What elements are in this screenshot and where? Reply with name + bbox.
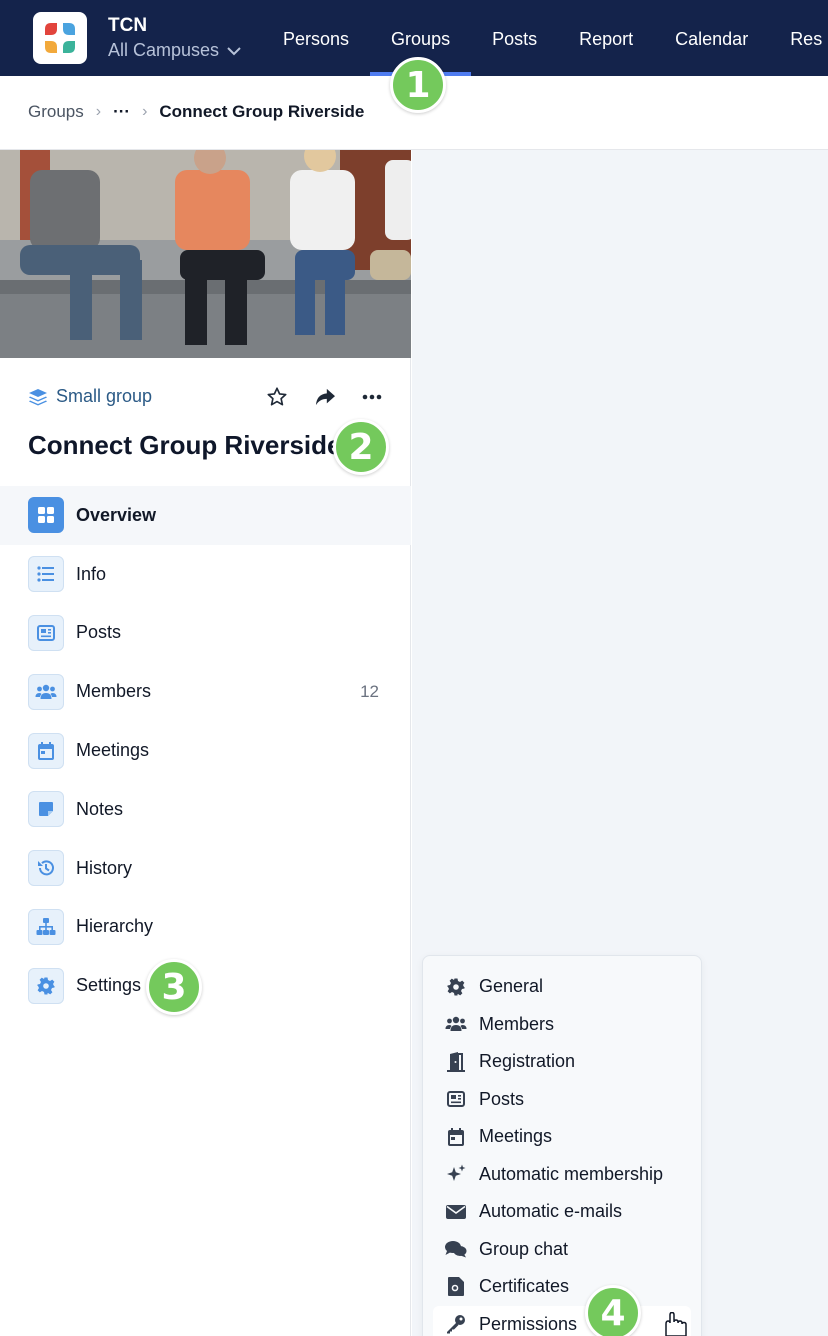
- menu-label: Hierarchy: [76, 916, 154, 937]
- chevron-right-icon: ›: [142, 103, 148, 120]
- settings-label: Members: [479, 1013, 555, 1034]
- settings-general[interactable]: General: [423, 968, 703, 1006]
- nav-resources[interactable]: Res: [769, 0, 828, 76]
- gear-icon: [445, 976, 467, 998]
- settings-automatic-membership[interactable]: Automatic membership: [423, 1156, 703, 1194]
- more-options-icon[interactable]: [362, 394, 382, 400]
- settings-group-chat[interactable]: Group chat: [423, 1231, 703, 1269]
- menu-label: Overview: [76, 504, 157, 525]
- envelope-icon: [445, 1201, 467, 1223]
- menu-label: History: [76, 857, 133, 878]
- note-icon: [28, 791, 64, 828]
- menu-item-members[interactable]: Members 12: [0, 662, 411, 721]
- menu-item-info[interactable]: Info: [0, 545, 411, 604]
- users-icon: [28, 673, 64, 710]
- org-name: TCN: [108, 15, 148, 36]
- tcn-logo[interactable]: [33, 12, 87, 64]
- settings-label: Automatic e-mails: [479, 1201, 623, 1222]
- sparkles-icon: [445, 1163, 467, 1185]
- nav-report[interactable]: Report: [558, 0, 654, 76]
- menu-item-overview[interactable]: Overview: [0, 486, 411, 545]
- settings-meetings[interactable]: Meetings: [423, 1118, 703, 1156]
- breadcrumb: Groups › ··· › Connect Group Riverside: [28, 102, 364, 122]
- settings-label: Group chat: [479, 1238, 569, 1259]
- callout-badge-3: 3: [146, 959, 202, 1015]
- menu-label: Members: [76, 681, 152, 702]
- menu-item-hierarchy[interactable]: Hierarchy: [0, 898, 411, 957]
- menu-label: Info: [76, 563, 107, 584]
- settings-label: Certificates: [479, 1276, 570, 1297]
- callout-badge-1: 1: [390, 57, 446, 113]
- main-nav: Persons Groups Posts Report Calendar Res: [262, 0, 828, 76]
- nav-persons[interactable]: Persons: [262, 0, 370, 76]
- calendar-icon: [445, 1126, 467, 1148]
- newspaper-icon: [445, 1088, 467, 1110]
- settings-label: Registration: [479, 1051, 576, 1072]
- grid-icon: [28, 497, 64, 534]
- sitemap-icon: [28, 908, 64, 945]
- menu-label: Posts: [76, 622, 122, 643]
- settings-members[interactable]: Members: [423, 1006, 703, 1044]
- menu-item-meetings[interactable]: Meetings: [0, 721, 411, 780]
- page-title: Connect Group Riverside: [28, 430, 342, 460]
- history-icon: [28, 850, 64, 887]
- menu-item-history[interactable]: History: [0, 839, 411, 898]
- campus-selector[interactable]: All Campuses: [108, 40, 241, 61]
- breadcrumb-groups[interactable]: Groups: [28, 102, 84, 122]
- members-count: 12: [360, 681, 379, 701]
- group-cover-image: [0, 150, 411, 358]
- cross-logo-icon: [45, 23, 75, 53]
- settings-label: General: [479, 976, 544, 997]
- group-type[interactable]: Small group: [28, 386, 152, 407]
- settings-automatic-emails[interactable]: Automatic e-mails: [423, 1193, 703, 1231]
- group-sidebar: Small group Connect Group Riverside Over…: [0, 150, 411, 1336]
- group-type-label: Small group: [56, 386, 153, 406]
- door-icon: [445, 1051, 467, 1073]
- callout-badge-2: 2: [333, 419, 389, 475]
- menu-label: Settings: [76, 975, 142, 996]
- breadcrumb-ellipsis[interactable]: ···: [113, 102, 130, 122]
- users-icon: [445, 1013, 467, 1035]
- menu-item-notes[interactable]: Notes: [0, 780, 411, 839]
- nav-posts[interactable]: Posts: [471, 0, 558, 76]
- nav-calendar[interactable]: Calendar: [654, 0, 769, 76]
- comments-icon: [445, 1238, 467, 1260]
- settings-posts[interactable]: Posts: [423, 1081, 703, 1119]
- newspaper-icon: [28, 614, 64, 651]
- settings-dropdown: General Members Registration Posts Meeti…: [422, 955, 702, 1336]
- settings-label: Meetings: [479, 1126, 553, 1147]
- settings-label: Posts: [479, 1088, 525, 1109]
- chevron-right-icon: ›: [95, 103, 102, 120]
- group-actions: [266, 386, 382, 408]
- menu-label: Meetings: [76, 740, 150, 761]
- settings-certificates[interactable]: Certificates: [423, 1268, 703, 1306]
- list-icon: [28, 556, 64, 593]
- callout-badge-4: 4: [585, 1285, 641, 1336]
- star-icon[interactable]: [266, 386, 288, 408]
- people-photo-icon: [0, 150, 411, 358]
- layers-icon: [29, 388, 47, 405]
- breadcrumb-current: Connect Group Riverside: [159, 102, 365, 121]
- menu-item-posts[interactable]: Posts: [0, 604, 411, 663]
- key-icon: [445, 1313, 467, 1335]
- calendar-icon: [28, 732, 64, 769]
- settings-label: Automatic membership: [479, 1163, 664, 1184]
- certificate-icon: [445, 1276, 467, 1298]
- chevron-down-icon: [227, 46, 241, 55]
- gear-icon: [28, 967, 64, 1004]
- menu-item-settings[interactable]: Settings: [0, 956, 411, 1015]
- settings-label: Permissions: [479, 1313, 578, 1334]
- hand-cursor-icon: [665, 1312, 687, 1336]
- campus-label: All Campuses: [108, 40, 220, 60]
- settings-registration[interactable]: Registration: [423, 1043, 703, 1081]
- settings-permissions[interactable]: Permissions: [433, 1305, 691, 1336]
- share-icon[interactable]: [314, 387, 336, 407]
- menu-label: Notes: [76, 798, 124, 819]
- group-menu: Overview Info Posts Members 12 Meetings …: [0, 486, 411, 1015]
